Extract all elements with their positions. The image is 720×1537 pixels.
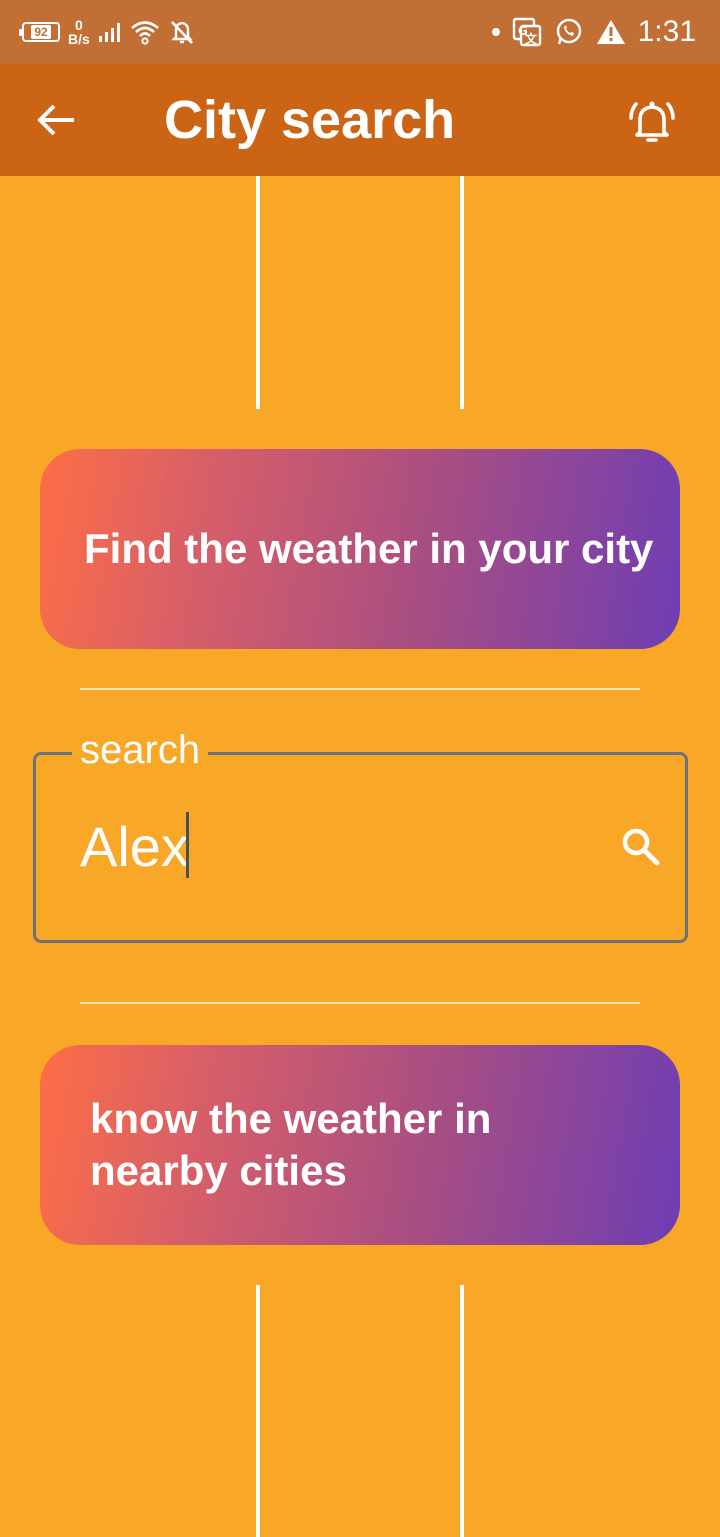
signal-icon [98,23,120,42]
status-bar: 92 0 B/s G 文 1:31 [0,0,720,64]
status-left: 92 0 B/s [19,14,196,50]
decorative-line [256,1285,260,1537]
decorative-line [460,176,464,409]
battery-icon: 92 [19,22,60,42]
network-speed: 0 B/s [68,18,90,46]
notification-dot [491,28,500,36]
alarm-button[interactable] [626,96,678,148]
decorative-line [460,1285,464,1537]
svg-text:文: 文 [525,31,538,46]
search-button[interactable] [620,826,662,868]
divider [80,1002,640,1004]
network-speed-unit: B/s [68,31,90,47]
divider [80,688,640,690]
clock: 1:31 [637,15,696,48]
translate-icon: G 文 [512,17,541,47]
find-weather-label: Find the weather in your city [84,525,654,572]
search-input[interactable] [80,814,580,878]
whatsapp-icon [556,18,581,45]
wifi-icon [130,21,159,45]
nearby-weather-label: know the weather in nearby cities [90,1095,492,1194]
find-weather-button[interactable]: Find the weather in your city [40,449,680,649]
decorative-line [256,176,260,409]
mute-bell-icon [170,21,193,44]
text-cursor [186,812,189,878]
search-label: search [72,728,209,772]
network-speed-value: 0 [75,17,83,33]
nearby-weather-button[interactable]: know the weather in nearby cities [40,1045,680,1245]
back-button[interactable] [32,100,80,140]
status-right: G 文 1:31 [491,12,696,52]
app-bar: City search [0,64,720,176]
alarm-bell-icon [629,101,675,142]
battery-level: 92 [31,25,51,39]
search-icon [622,828,660,866]
page-title: City search [164,90,456,150]
warning-icon [596,20,625,44]
back-arrow-icon [37,104,74,136]
